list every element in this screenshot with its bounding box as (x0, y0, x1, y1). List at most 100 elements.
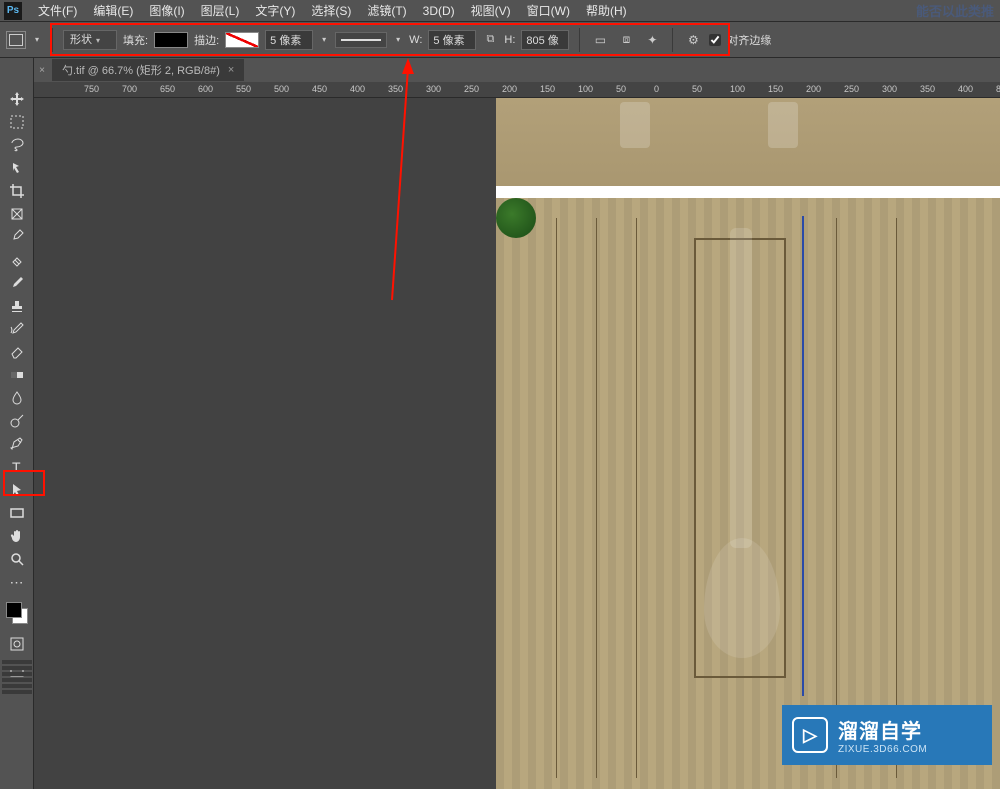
stamp-tool-icon[interactable] (4, 295, 30, 317)
move-tool-icon[interactable] (4, 88, 30, 110)
stroke-width-input[interactable] (265, 30, 313, 50)
image-white-gap (496, 186, 1000, 198)
menu-layer[interactable]: 图层(L) (193, 0, 248, 21)
current-tool-icon[interactable] (6, 31, 26, 49)
tab-collapse-icon[interactable]: × (36, 64, 48, 76)
panel-collapsed-bars (0, 660, 34, 694)
panel-bar[interactable] (2, 666, 32, 670)
image-top-strip (496, 98, 1000, 188)
ruler-tick: 200 (502, 84, 517, 94)
image-column-line (836, 218, 837, 778)
menu-file[interactable]: 文件(F) (30, 0, 85, 21)
history-brush-tool-icon[interactable] (4, 318, 30, 340)
quickmask-icon[interactable] (4, 633, 30, 655)
crop-tool-icon[interactable] (4, 180, 30, 202)
ruler-tick: 350 (388, 84, 403, 94)
ruler-tick: 100 (578, 84, 593, 94)
stroke-swatch[interactable] (225, 32, 259, 48)
menu-view[interactable]: 视图(V) (463, 0, 519, 21)
shape-blue-line[interactable] (802, 216, 804, 696)
eyedropper-tool-icon[interactable] (4, 226, 30, 248)
blur-tool-icon[interactable] (4, 387, 30, 409)
path-arrange-icon[interactable]: ✦ (642, 31, 662, 49)
ruler-tick: 750 (84, 84, 99, 94)
lasso-tool-icon[interactable] (4, 134, 30, 156)
marquee-tool-icon[interactable] (4, 111, 30, 133)
watermark-logo-icon: ▷ (792, 717, 828, 753)
panel-bar[interactable] (2, 690, 32, 694)
height-label: H: (504, 34, 515, 46)
ruler-tick: 400 (350, 84, 365, 94)
menu-select[interactable]: 选择(S) (303, 0, 359, 21)
quick-select-tool-icon[interactable] (4, 157, 30, 179)
image-fork (620, 102, 650, 148)
svg-text:T: T (12, 459, 21, 475)
ruler-tick: 350 (920, 84, 935, 94)
menu-help[interactable]: 帮助(H) (578, 0, 635, 21)
menu-3d[interactable]: 3D(D) (415, 2, 463, 20)
ruler-tick: 250 (464, 84, 479, 94)
shape-mode-select[interactable]: 形状 (63, 30, 117, 50)
link-wh-icon[interactable]: ⧉ (482, 32, 498, 48)
ruler-tick: 450 (312, 84, 327, 94)
gradient-tool-icon[interactable] (4, 364, 30, 386)
ruler-tick: 600 (198, 84, 213, 94)
menu-type[interactable]: 文字(Y) (247, 0, 303, 21)
stroke-width-dd-icon[interactable]: ▾ (319, 31, 329, 49)
image-green-dot (496, 198, 536, 238)
ruler-tick: 0 (654, 84, 659, 94)
document-tab[interactable]: 勺.tif @ 66.7% (矩形 2, RGB/8#) × (52, 59, 244, 81)
image-column-line (636, 218, 637, 778)
stroke-style-dd-icon[interactable]: ▾ (393, 31, 403, 49)
zoom-tool-icon[interactable] (4, 548, 30, 570)
edit-toolbar-icon[interactable]: ⋯ (4, 571, 30, 593)
path-align-icon[interactable]: ⧈ (616, 31, 636, 49)
path-select-tool-icon[interactable] (4, 479, 30, 501)
top-right-hint: 能否以此类推 (916, 1, 1000, 20)
ruler-tick: 300 (882, 84, 897, 94)
image-column-line (596, 218, 597, 778)
align-edges-checkbox[interactable] (709, 34, 721, 46)
pen-tool-icon[interactable] (4, 433, 30, 455)
document-tab-title: 勺.tif @ 66.7% (矩形 2, RGB/8#) (62, 62, 220, 78)
hand-tool-icon[interactable] (4, 525, 30, 547)
type-tool-icon[interactable]: T (4, 456, 30, 478)
ruler-tick: 800 (996, 84, 1000, 94)
eraser-tool-icon[interactable] (4, 341, 30, 363)
horizontal-ruler[interactable]: 7507006506005505004504003503002502001501… (34, 82, 1000, 98)
tool-preset-dd-icon[interactable]: ▾ (32, 31, 42, 49)
frame-tool-icon[interactable] (4, 203, 30, 225)
ruler-tick: 650 (160, 84, 175, 94)
fg-bg-swatch[interactable] (4, 600, 30, 626)
dodge-tool-icon[interactable] (4, 410, 30, 432)
rectangle-tool-icon[interactable] (4, 502, 30, 524)
fill-swatch[interactable] (154, 32, 188, 48)
panel-bar[interactable] (2, 660, 32, 664)
image-column-line (896, 218, 897, 778)
fill-label: 填充: (123, 32, 148, 48)
menu-edit[interactable]: 编辑(E) (85, 0, 141, 21)
width-input[interactable] (428, 30, 476, 50)
healing-tool-icon[interactable] (4, 249, 30, 271)
close-tab-icon[interactable]: × (228, 64, 234, 76)
align-edges-label: 对齐边缘 (727, 32, 771, 48)
document-tab-bar: × 勺.tif @ 66.7% (矩形 2, RGB/8#) × (32, 58, 244, 82)
canvas[interactable]: ▷ 溜溜自学 ZIXUE.3D66.COM (34, 98, 1000, 789)
panel-bar[interactable] (2, 678, 32, 682)
brush-tool-icon[interactable] (4, 272, 30, 294)
path-op-combine-icon[interactable]: ▭ (590, 31, 610, 49)
panel-bar[interactable] (2, 672, 32, 676)
gear-icon[interactable]: ⚙ (683, 31, 703, 49)
menu-window[interactable]: 窗口(W) (519, 0, 578, 21)
menu-bar: Ps 文件(F) 编辑(E) 图像(I) 图层(L) 文字(Y) 选择(S) 滤… (0, 0, 1000, 22)
menu-filter[interactable]: 滤镜(T) (359, 0, 414, 21)
document-image (496, 98, 1000, 789)
watermark-title: 溜溜自学 (838, 715, 927, 744)
menu-image[interactable]: 图像(I) (141, 0, 192, 21)
panel-bar[interactable] (2, 684, 32, 688)
foreground-swatch[interactable] (6, 602, 22, 618)
stroke-style-select[interactable] (335, 32, 387, 48)
separator (579, 28, 580, 52)
ruler-tick: 400 (958, 84, 973, 94)
height-input[interactable] (521, 30, 569, 50)
